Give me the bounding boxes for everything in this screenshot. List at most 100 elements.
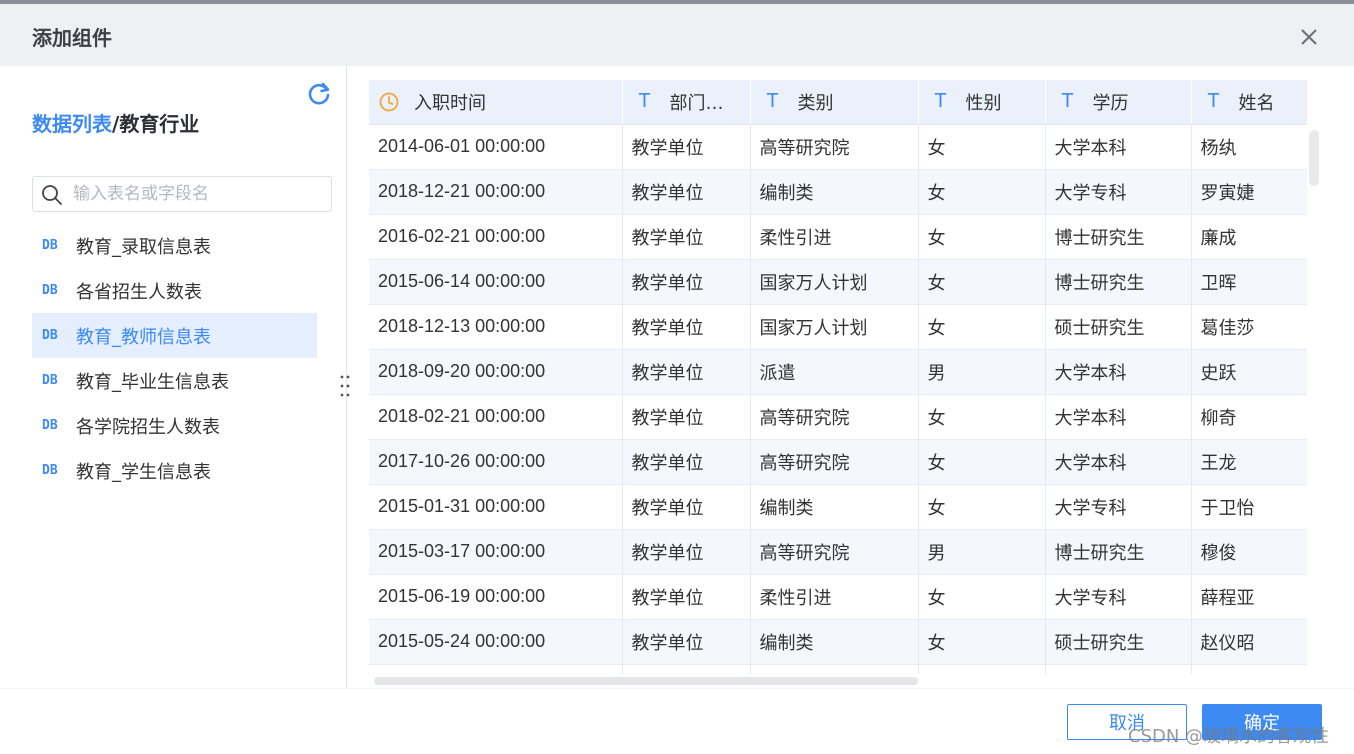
confirm-button[interactable]: 确定 xyxy=(1202,704,1322,740)
table-cell: 2014-06-01 00:00:00 xyxy=(369,124,623,170)
table-cell: 女 xyxy=(918,259,1046,305)
breadcrumb-current: 教育行业 xyxy=(119,112,200,136)
column-header-category[interactable]: T 类别 xyxy=(750,80,919,125)
text-type-icon: T xyxy=(638,90,651,113)
table-cell: 大学本科 xyxy=(1045,439,1192,485)
table-cell: 廉成 xyxy=(1191,214,1307,260)
table-cell xyxy=(622,664,751,674)
database-icon: DB xyxy=(42,463,58,478)
table-row: 2015-05-24 00:00:00 教学单位 编制类女硕士研究生 赵仪昭 xyxy=(369,619,1307,665)
table-cell: 博士研究生 xyxy=(1045,259,1192,305)
table-cell: 史跃 xyxy=(1191,349,1307,395)
database-icon: DB xyxy=(42,373,58,388)
table-row: 2017-10-26 00:00:00 教学单位 高等研究院女大学本科 王龙 xyxy=(369,439,1307,485)
table-row: 2015-06-19 00:00:00 教学单位 柔性引进女大学专科 薛程亚 xyxy=(369,574,1307,620)
table-cell: 教学单位 xyxy=(622,484,751,530)
text-type-icon: T xyxy=(1061,90,1074,113)
table-cell: 女 xyxy=(918,394,1046,440)
table-cell: 柔性引进 xyxy=(750,214,919,260)
table-cell: 男 xyxy=(918,529,1046,575)
cancel-button[interactable]: 取消 xyxy=(1067,704,1187,740)
table-cell: 博士研究生 xyxy=(1045,529,1192,575)
table-cell: 大学本科 xyxy=(1045,124,1192,170)
table-cell: 编制类 xyxy=(750,619,919,665)
table-cell: 高等研究院 xyxy=(750,529,919,575)
table-cell: 葛佳莎 xyxy=(1191,304,1307,350)
table-cell: 教学单位 xyxy=(622,619,751,665)
table-row: 2018-12-21 00:00:00 教学单位 编制类女大学专科 罗寅婕 xyxy=(369,169,1307,215)
table-item-province-enrollment[interactable]: DB 各省招生人数表 xyxy=(32,268,317,313)
table-cell: 2015-06-19 00:00:00 xyxy=(369,574,623,620)
table-row: 2015-03-17 00:00:00 教学单位 高等研究院男博士研究生 穆俊 xyxy=(369,529,1307,575)
search-input[interactable] xyxy=(73,181,323,207)
table-cell: 派遣 xyxy=(750,349,919,395)
table-cell: 教学单位 xyxy=(622,349,751,395)
column-name: 入职时间 xyxy=(414,92,486,114)
table-row: 2016-02-21 00:00:00 教学单位 柔性引进女博士研究生 廉成 xyxy=(369,214,1307,260)
table-source-panel: 数据列表/教育行业 DB 教育_录取信息表 DB 各省招生人数表 DB 教育_教… xyxy=(0,66,347,688)
table-cell: 高等研究院 xyxy=(750,394,919,440)
table-cell xyxy=(918,664,1046,674)
table-item-label: 各学院招生人数表 xyxy=(76,416,220,438)
dialog-header: 添加组件 xyxy=(0,4,1354,66)
table-cell: 穆俊 xyxy=(1191,529,1307,575)
table-cell: 2015-06-14 00:00:00 xyxy=(369,259,623,305)
table-list: DB 教育_录取信息表 DB 各省招生人数表 DB 教育_教师信息表 DB 教育… xyxy=(32,223,317,493)
table-cell: 2015-05-24 00:00:00 xyxy=(369,619,623,665)
table-cell: 教学单位 xyxy=(622,214,751,260)
table-cell: 罗寅婕 xyxy=(1191,169,1307,215)
table-cell: 2015-01-31 00:00:00 xyxy=(369,484,623,530)
table-cell: 教学单位 xyxy=(622,169,751,215)
table-item-student-info[interactable]: DB 教育_学生信息表 xyxy=(32,448,317,493)
table-cell: 高等研究院 xyxy=(750,439,919,485)
close-icon[interactable] xyxy=(1296,24,1322,50)
table-cell: 女 xyxy=(918,439,1046,485)
table-cell: 杨纨 xyxy=(1191,124,1307,170)
search-icon xyxy=(42,185,62,205)
table-cell: 大学本科 xyxy=(1045,349,1192,395)
breadcrumb-link-data-list[interactable]: 数据列表 xyxy=(32,112,112,136)
clock-icon xyxy=(379,92,399,112)
table-cell: 教学单位 xyxy=(622,394,751,440)
panel-resize-handle-icon[interactable] xyxy=(338,374,352,398)
table-row: 2015-06-14 00:00:00 教学单位 国家万人计划女博士研究生 卫晖 xyxy=(369,259,1307,305)
column-header-name[interactable]: T 姓名 xyxy=(1191,80,1307,125)
table-cell: 教学单位 xyxy=(622,304,751,350)
table-item-teacher-info[interactable]: DB 教育_教师信息表 xyxy=(32,313,317,358)
table-cell: 赵仪昭 xyxy=(1191,619,1307,665)
table-cell: 王龙 xyxy=(1191,439,1307,485)
table-cell: 女 xyxy=(918,169,1046,215)
column-header-department[interactable]: T 部门… xyxy=(622,80,751,125)
table-item-graduate-info[interactable]: DB 教育_毕业生信息表 xyxy=(32,358,317,403)
table-item-college-enrollment[interactable]: DB 各学院招生人数表 xyxy=(32,403,317,448)
table-cell: 大学专科 xyxy=(1045,169,1192,215)
table-cell: 教学单位 xyxy=(622,529,751,575)
data-preview-grid[interactable]: 入职时间 T 部门… T 类别 T 性别 T 学历 T 姓名 2014-06-0… xyxy=(369,80,1307,674)
dialog-title: 添加组件 xyxy=(32,26,112,50)
table-row xyxy=(369,664,1307,674)
table-cell: 教学单位 xyxy=(622,439,751,485)
column-name: 姓名 xyxy=(1238,92,1275,114)
table-cell: 2018-12-13 00:00:00 xyxy=(369,304,623,350)
vertical-scrollbar[interactable] xyxy=(1309,130,1319,186)
text-type-icon: T xyxy=(934,90,947,113)
table-cell: 卫晖 xyxy=(1191,259,1307,305)
horizontal-scrollbar[interactable] xyxy=(374,677,918,685)
refresh-icon[interactable] xyxy=(306,80,332,106)
table-cell xyxy=(750,664,919,674)
table-header-row: 入职时间 T 部门… T 类别 T 性别 T 学历 T 姓名 xyxy=(369,80,1307,125)
column-header-education[interactable]: T 学历 xyxy=(1045,80,1192,125)
table-cell: 柳奇 xyxy=(1191,394,1307,440)
table-cell: 女 xyxy=(918,124,1046,170)
table-cell: 国家万人计划 xyxy=(750,304,919,350)
column-header-hire-date[interactable]: 入职时间 xyxy=(369,80,623,125)
table-cell: 教学单位 xyxy=(622,259,751,305)
table-cell: 大学专科 xyxy=(1045,484,1192,530)
table-item-admission-info[interactable]: DB 教育_录取信息表 xyxy=(32,223,317,268)
table-cell: 柔性引进 xyxy=(750,574,919,620)
table-item-label: 教育_录取信息表 xyxy=(76,236,211,258)
column-name: 类别 xyxy=(797,92,834,114)
column-header-gender[interactable]: T 性别 xyxy=(918,80,1046,125)
table-cell: 硕士研究生 xyxy=(1045,304,1192,350)
table-cell xyxy=(1191,664,1307,674)
